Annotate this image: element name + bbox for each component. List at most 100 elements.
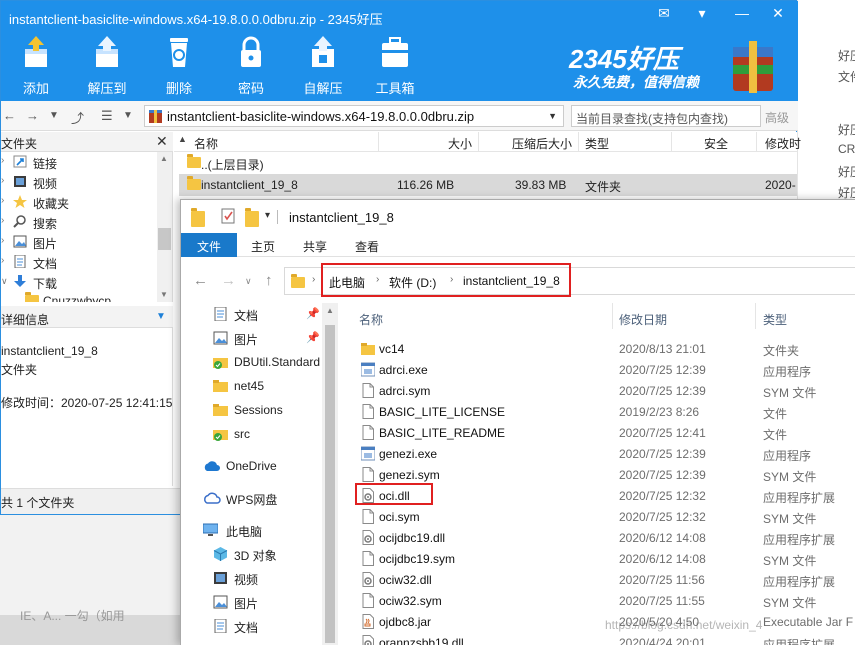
nav-item-documents[interactable]: 文档 xyxy=(181,615,326,637)
file-row[interactable]: ociw32.dll 2020/7/25 11:56 应用程序扩展 xyxy=(339,569,855,590)
file-row[interactable]: ociw32.sym 2020/7/25 11:55 SYM 文件 xyxy=(339,590,855,611)
file-row[interactable]: ocijdbc19.dll 2020/6/12 14:08 应用程序扩展 xyxy=(339,527,855,548)
scroll-thumb[interactable] xyxy=(325,325,335,643)
up-icon[interactable]: ↑ xyxy=(265,272,273,289)
tree-item-video[interactable]: › 视频 xyxy=(1,172,156,192)
scroll-up-icon[interactable]: ▲ xyxy=(326,306,334,315)
nav-item-videos[interactable]: 视频 xyxy=(181,567,326,589)
file-row[interactable]: ocijdbc19.sym 2020/6/12 14:08 SYM 文件 xyxy=(339,548,855,569)
nav-item-wps-cloud[interactable]: WPS网盘 xyxy=(181,487,326,509)
self-extract-button[interactable]: 自解压 xyxy=(293,35,353,97)
file-row[interactable]: ojdbc8.jar 2020/5/20 4:50 Executable Jar F xyxy=(339,611,855,632)
path-dropdown-icon[interactable]: ▼ xyxy=(548,111,557,121)
tree-item-documents[interactable]: › 文档 xyxy=(1,252,156,272)
toolbox-button[interactable]: 工具箱 xyxy=(365,35,425,97)
file-row[interactable]: oci.sym 2020/7/25 12:32 SYM 文件 xyxy=(339,506,855,527)
pin-icon[interactable]: 📌 xyxy=(306,307,320,320)
scroll-down-icon[interactable]: ▼ xyxy=(160,290,168,299)
archive-search-input[interactable]: 当前目录查找(支持包内查找) xyxy=(571,105,761,127)
expand-arrow-icon[interactable]: › xyxy=(1,215,4,226)
nav-scrollbar[interactable]: ▲ xyxy=(322,303,338,645)
skin-icon[interactable]: ✉ xyxy=(653,5,675,25)
scroll-thumb[interactable] xyxy=(158,228,171,250)
extract-to-button[interactable]: 解压到 xyxy=(77,35,137,97)
nav-item-documents-pinned[interactable]: 文档 📌 xyxy=(181,303,326,325)
back-icon[interactable]: ← xyxy=(3,108,16,123)
archive-path-field[interactable]: instantclient-basiclite-windows.x64-19.8… xyxy=(144,105,564,127)
table-row[interactable]: ..(上层目录) xyxy=(179,152,797,174)
nav-item-pictures-pinned[interactable]: 图片 📌 xyxy=(181,327,326,349)
nav-item-src[interactable]: src xyxy=(181,423,326,445)
column-name[interactable]: 名称 xyxy=(359,303,383,329)
column-packed-size[interactable]: 压缩后大小 xyxy=(479,132,579,152)
add-button[interactable]: 添加 xyxy=(6,35,66,97)
tree-item-favorites[interactable]: › 收藏夹 xyxy=(1,192,156,212)
column-divider[interactable] xyxy=(612,303,613,329)
expand-arrow-icon[interactable]: › xyxy=(1,235,4,246)
minimize-icon[interactable]: — xyxy=(731,5,753,25)
delete-button[interactable]: 删除 xyxy=(149,35,209,97)
column-size[interactable]: 大小 xyxy=(379,132,479,152)
nav-item-pictures[interactable]: 图片 xyxy=(181,591,326,613)
nav-item-this-pc[interactable]: 此电脑 xyxy=(181,519,326,541)
tree-scrollbar[interactable]: ▲ ▼ xyxy=(157,152,172,302)
tree-item-link[interactable]: › 链接 xyxy=(1,152,156,172)
file-row[interactable]: genezi.exe 2020/7/25 12:39 应用程序 xyxy=(339,443,855,464)
tree-item-search[interactable]: › 搜索 xyxy=(1,212,156,232)
tab-view[interactable]: 查看 xyxy=(341,233,393,257)
nav-item-net45[interactable]: net45 xyxy=(181,375,326,397)
new-folder-icon[interactable] xyxy=(245,208,259,227)
nav-item-onedrive[interactable]: OneDrive xyxy=(181,455,326,477)
back-icon[interactable]: ← xyxy=(193,272,208,289)
advanced-search-button[interactable]: 高级 xyxy=(763,105,797,127)
expand-arrow-icon[interactable]: › xyxy=(1,255,4,266)
pin-icon[interactable]: 📌 xyxy=(306,331,320,344)
column-divider[interactable] xyxy=(755,303,756,329)
tab-file[interactable]: 文件 xyxy=(181,233,237,257)
expand-arrow-icon[interactable]: › xyxy=(1,155,4,166)
background-text: CR xyxy=(838,142,855,156)
scroll-up-icon[interactable]: ▲ xyxy=(160,154,168,163)
tree-item-folder[interactable]: Cnuzzwbycp xyxy=(1,291,156,302)
expand-arrow-icon[interactable]: › xyxy=(1,195,4,206)
explorer-window: ▾ instantclient_19_8 文件 主页 共享 查看 ← → ∨ ↑… xyxy=(180,199,855,645)
view-dropdown-icon[interactable]: ▼ xyxy=(123,110,133,121)
file-row[interactable]: adrci.exe 2020/7/25 12:39 应用程序 xyxy=(339,359,855,380)
file-row[interactable]: adrci.sym 2020/7/25 12:39 SYM 文件 xyxy=(339,380,855,401)
password-button[interactable]: 密码 xyxy=(221,35,281,97)
file-row[interactable]: genezi.sym 2020/7/25 12:39 SYM 文件 xyxy=(339,464,855,485)
tab-home[interactable]: 主页 xyxy=(237,233,289,257)
collapse-arrow-icon[interactable]: ∨ xyxy=(1,276,8,287)
history-dropdown-icon[interactable]: ▼ xyxy=(49,110,59,121)
column-date-modified[interactable]: 修改日期 xyxy=(619,303,667,329)
view-mode-icon[interactable]: ☰ xyxy=(101,108,113,124)
column-modified[interactable]: 修改时 xyxy=(757,132,801,152)
forward-icon[interactable]: → xyxy=(221,272,236,289)
tab-share[interactable]: 共享 xyxy=(289,233,341,257)
tree-item-pictures[interactable]: › 图片 xyxy=(1,232,156,252)
up-folder-icon[interactable]: ⤴ xyxy=(71,108,84,127)
column-type[interactable]: 类型 xyxy=(579,132,672,152)
properties-icon[interactable] xyxy=(221,208,235,224)
close-icon[interactable]: ✕ xyxy=(156,133,168,150)
column-name[interactable]: ▲ 名称 xyxy=(174,132,379,152)
file-row[interactable]: orannzsbb19.dll 2020/4/24 20:01 应用程序扩展 xyxy=(339,632,855,645)
tree-item-downloads[interactable]: ∨ 下载 xyxy=(1,272,156,292)
file-row[interactable]: BASIC_LITE_LICENSE 2019/2/23 8:26 文件 xyxy=(339,401,855,422)
file-row[interactable]: vc14 2020/8/13 21:01 文件夹 xyxy=(339,338,855,359)
file-row[interactable]: BASIC_LITE_README 2020/7/25 12:41 文件 xyxy=(339,422,855,443)
quick-access-dropdown-icon[interactable]: ▾ xyxy=(265,210,270,221)
expand-arrow-icon[interactable]: › xyxy=(1,175,4,186)
column-security[interactable]: 安全 xyxy=(672,132,757,152)
menu-icon[interactable]: ▾ xyxy=(691,5,713,25)
recent-dropdown-icon[interactable]: ∨ xyxy=(245,276,252,287)
chevron-down-icon[interactable]: ▼ xyxy=(156,311,166,322)
forward-icon[interactable]: → xyxy=(26,108,39,123)
chevron-right-icon[interactable]: › xyxy=(312,274,315,285)
column-type[interactable]: 类型 xyxy=(763,303,787,329)
nav-item-3d-objects[interactable]: 3D 对象 xyxy=(181,543,326,565)
nav-item-sessions[interactable]: Sessions xyxy=(181,399,326,421)
table-row[interactable]: instantclient_19_8 116.26 MB 39.83 MB 文件… xyxy=(179,174,797,196)
close-icon[interactable]: ✕ xyxy=(767,5,789,25)
nav-item-dbutil[interactable]: DBUtil.Standard xyxy=(181,351,326,373)
